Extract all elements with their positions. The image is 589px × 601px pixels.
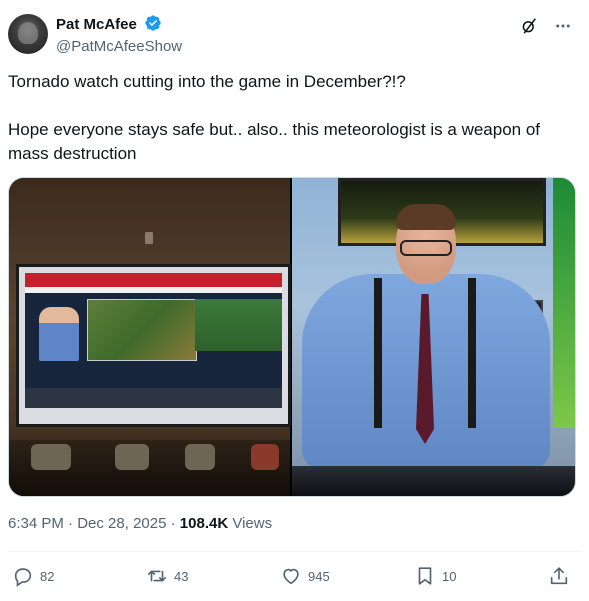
verified-badge-icon — [144, 14, 162, 37]
share-icon — [548, 565, 570, 587]
like-icon — [280, 565, 302, 587]
media-photo-tv[interactable] — [9, 178, 291, 496]
bookmark-icon — [414, 565, 436, 587]
shelf — [9, 440, 290, 496]
bookmark-button[interactable]: 10 — [414, 562, 456, 590]
like-button[interactable]: 945 — [280, 562, 330, 590]
top-actions — [519, 16, 573, 36]
views-label: Views — [232, 515, 273, 532]
wall-outlet — [145, 232, 153, 244]
bookmark-count: 10 — [442, 568, 457, 584]
author-handle[interactable]: @PatMcAfeeShow — [56, 37, 182, 57]
author-block: Pat McAfee @PatMcAfeeShow — [56, 14, 182, 57]
like-count: 945 — [308, 568, 330, 584]
tweet-meta: 6:34 PM · Dec 28, 2025 · 108.4K Views — [8, 515, 273, 532]
divider — [8, 551, 581, 552]
views-count: 108.4K — [179, 515, 229, 532]
reply-count: 82 — [40, 568, 55, 584]
author-display-name[interactable]: Pat McAfee — [56, 16, 137, 33]
tweet-date[interactable]: Dec 28, 2025 — [77, 515, 166, 532]
repost-icon — [146, 565, 168, 587]
media-photo-meteorologist[interactable] — [292, 178, 575, 496]
reply-icon — [12, 565, 34, 587]
tweet-text: Tornado watch cutting into the game in D… — [8, 72, 541, 163]
avatar[interactable] — [8, 14, 48, 54]
tv-frame — [16, 264, 291, 427]
media-grid — [8, 177, 576, 497]
tweet-time[interactable]: 6:34 PM — [8, 515, 64, 532]
action-bar: 82 43 945 10 — [8, 562, 581, 590]
more-icon[interactable] — [553, 16, 573, 36]
tweet-header: Pat McAfee @PatMcAfeeShow — [8, 12, 581, 56]
reply-button[interactable]: 82 — [12, 562, 54, 590]
repost-count: 43 — [174, 568, 189, 584]
share-button[interactable] — [548, 562, 570, 590]
grok-icon[interactable] — [519, 16, 539, 36]
tv-screen — [25, 273, 282, 408]
repost-button[interactable]: 43 — [146, 562, 188, 590]
